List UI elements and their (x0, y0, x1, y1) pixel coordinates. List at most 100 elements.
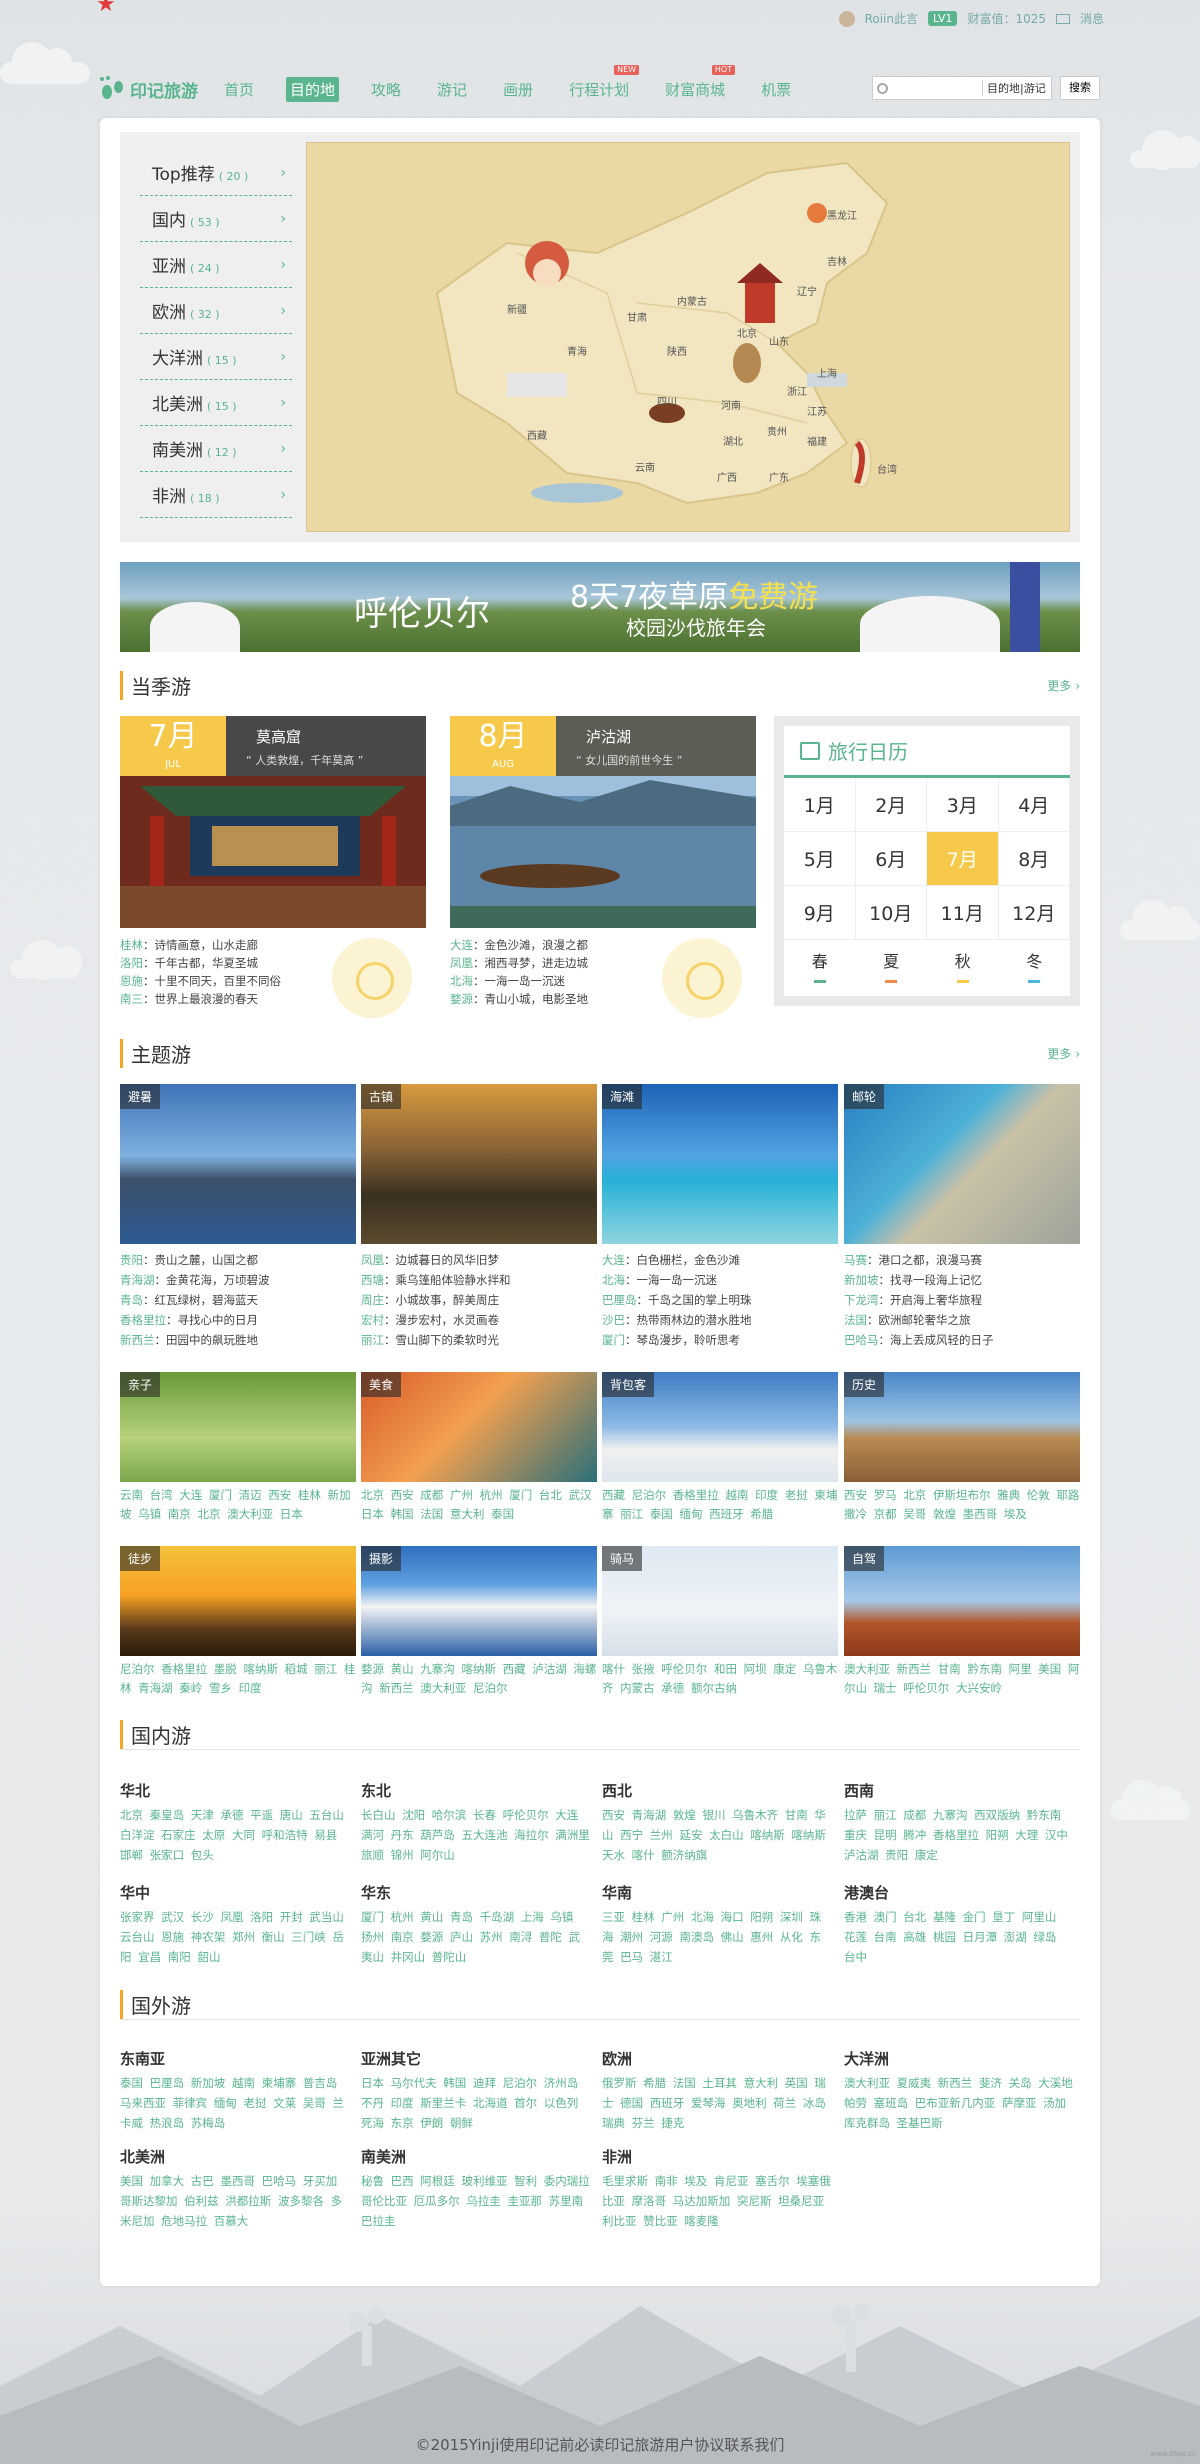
list-item[interactable]: 恩施：十里不同天，百里不同俗 (120, 972, 281, 990)
theme-tags[interactable]: 婺源 黄山 九寨沟 喀纳斯 西藏 泸沽湖 海螺沟 新西兰 澳大利亚 尼泊尔 (361, 1660, 597, 1698)
nav-item-itinerary[interactable]: 行程计划 NEW (565, 64, 640, 102)
dest-item-africa[interactable]: 非洲( 18 ) › (140, 472, 292, 518)
list-item[interactable]: 香格里拉：寻找心中的日月 (120, 1310, 356, 1330)
theme-card-ancient-town[interactable]: 古镇 凤凰：边城暮日的风华旧梦 西塘：乘乌篷船体验静水拌和 周庄：小城故事，醉美… (361, 1084, 597, 1350)
theme-card-self-drive[interactable]: 自驾 澳大利亚 新西兰 甘南 黔东南 阿里 美国 阿尔山 瑞士 呼伦贝尔 大兴安… (844, 1546, 1080, 1698)
list-item[interactable]: 洛阳：千年古都，华夏圣城 (120, 954, 281, 972)
dest-item-oceania[interactable]: 大洋洲( 15 ) › (140, 334, 292, 380)
nav-item-albums[interactable]: 画册 (499, 77, 537, 102)
month-cell[interactable]: 11月 (927, 886, 999, 940)
theme-tags[interactable]: 澳大利亚 新西兰 甘南 黔东南 阿里 美国 阿尔山 瑞士 呼伦贝尔 大兴安岭 (844, 1660, 1080, 1698)
season-card[interactable]: 8月 AUG 泸沽湖 “ 女儿国的前世今生 ” 大连：金色沙滩，浪漫之都 凤凰：湘… (450, 716, 756, 1022)
list-item[interactable]: 西塘：乘乌篷船体验静水拌和 (361, 1270, 597, 1290)
theme-tags[interactable]: 北京 西安 成都 广州 杭州 厦门 台北 武汉 日本 韩国 法国 意大利 泰国 (361, 1486, 597, 1524)
list-item[interactable]: 下龙湾：开启海上奢华旅程 (844, 1290, 1080, 1310)
theme-card-food[interactable]: 美食 北京 西安 成都 广州 杭州 厦门 台北 武汉 日本 韩国 法国 意大利 … (361, 1372, 597, 1524)
theme-card-cruise[interactable]: 邮轮 马赛：港口之都，浪漫马赛 新加坡：找寻一段海上记忆 下龙湾：开启海上奢华旅… (844, 1084, 1080, 1350)
map-label-xizang[interactable]: 西藏 (527, 427, 547, 442)
month-cell[interactable]: 1月 (784, 778, 856, 832)
dest-item-north-america[interactable]: 北美洲( 15 ) › (140, 380, 292, 426)
nav-item-home[interactable]: 首页 (220, 77, 258, 102)
season-card[interactable]: 7月 JUL 莫高窟 “ 人类敦煌，千年莫高 ” 桂林：诗情画意，山水走廊 洛阳：… (120, 716, 426, 1022)
china-map[interactable]: 黑龙江 吉林 辽宁 内蒙古 新疆 甘肃 青海 北京 山东 陕西 西藏 四川 河南… (306, 142, 1070, 532)
map-label-hubei[interactable]: 湖北 (723, 433, 743, 448)
nav-item-travelogues[interactable]: 游记 (433, 77, 471, 102)
list-item[interactable]: 巴厘岛：千岛之国的掌上明珠 (602, 1290, 838, 1310)
season-tab-winter[interactable]: 冬 (999, 940, 1071, 990)
theme-tags[interactable]: 西藏 尼泊尔 香格里拉 越南 印度 老挝 柬埔寨 丽江 泰国 缅甸 西班牙 希腊 (602, 1486, 838, 1524)
list-item[interactable]: 宏村：漫步宏村，水灵画卷 (361, 1310, 597, 1330)
theme-tags[interactable]: 云南 台湾 大连 厦门 清迈 西安 桂林 新加坡 乌镇 南京 北京 澳大利亚 日… (120, 1486, 356, 1524)
dest-item-asia[interactable]: 亚洲( 24 ) › (140, 242, 292, 288)
map-label-beijing[interactable]: 北京 (737, 325, 757, 340)
list-item[interactable]: 北海：一海一岛一沉迷 (450, 972, 588, 990)
list-item[interactable]: 丽江：雪山脚下的柔软时光 (361, 1330, 597, 1350)
list-item[interactable]: 北海：一海一岛一沉迷 (602, 1270, 838, 1290)
map-label-guangdong[interactable]: 广东 (769, 469, 789, 484)
theme-card-hiking[interactable]: 徒步 尼泊尔 香格里拉 墨脱 喀纳斯 稻城 丽江 桂林 青海湖 秦岭 雪乡 印度 (120, 1546, 356, 1698)
map-label-yunnan[interactable]: 云南 (635, 459, 655, 474)
theme-card-beach[interactable]: 海滩 大连：白色栅栏，金色沙滩 北海：一海一岛一沉迷 巴厘岛：千岛之国的掌上明珠… (602, 1084, 838, 1350)
map-label-liaoning[interactable]: 辽宁 (797, 283, 817, 298)
logo[interactable]: 印记旅游 (100, 76, 198, 102)
dest-item-europe[interactable]: 欧洲( 32 ) › (140, 288, 292, 334)
list-item[interactable]: 法国：欧洲邮轮奢华之旅 (844, 1310, 1080, 1330)
map-label-gansu[interactable]: 甘肃 (627, 309, 647, 324)
list-item[interactable]: 青海湖：金黄花海，万顷碧波 (120, 1270, 356, 1290)
theme-tags[interactable]: 尼泊尔 香格里拉 墨脱 喀纳斯 稻城 丽江 桂林 青海湖 秦岭 雪乡 印度 (120, 1660, 356, 1698)
map-label-henan[interactable]: 河南 (721, 397, 741, 412)
list-item[interactable]: 新加坡：找寻一段海上记忆 (844, 1270, 1080, 1290)
theme-card-photography[interactable]: 摄影 婺源 黄山 九寨沟 喀纳斯 西藏 泸沽湖 海螺沟 新西兰 澳大利亚 尼泊尔 (361, 1546, 597, 1698)
month-cell[interactable]: 6月 (855, 832, 927, 886)
nav-item-mall[interactable]: 财富商城 HOT (661, 64, 736, 102)
month-cell[interactable]: 3月 (927, 778, 999, 832)
list-item[interactable]: 沙巴：热带雨林边的潜水胜地 (602, 1310, 838, 1330)
season-tab-summer[interactable]: 夏 (856, 940, 928, 990)
season-tab-autumn[interactable]: 秋 (927, 940, 999, 990)
map-label-shandong[interactable]: 山东 (769, 333, 789, 348)
map-label-zhejiang[interactable]: 浙江 (787, 383, 807, 398)
theme-card-history[interactable]: 历史 西安 罗马 北京 伊斯坦布尔 雅典 伦敦 耶路撒冷 京都 吴哥 敦煌 墨西… (844, 1372, 1080, 1524)
list-item[interactable]: 巴哈马：海上丢成风轻的日子 (844, 1330, 1080, 1350)
search-button[interactable]: 搜索 (1060, 76, 1100, 100)
list-item[interactable]: 婺源：青山小城，电影圣地 (450, 990, 588, 1008)
dest-item-domestic[interactable]: 国内( 53 ) › (140, 196, 292, 242)
nav-item-guides[interactable]: 攻略 (367, 77, 405, 102)
dest-item-south-america[interactable]: 南美洲( 12 ) › (140, 426, 292, 472)
map-label-taiwan[interactable]: 台湾 (877, 461, 897, 476)
map-label-xinjiang[interactable]: 新疆 (507, 301, 527, 316)
map-label-jilin[interactable]: 吉林 (827, 253, 847, 268)
theme-card-family[interactable]: 亲子 云南 台湾 大连 厦门 清迈 西安 桂林 新加坡 乌镇 南京 北京 澳大利… (120, 1372, 356, 1524)
list-item[interactable]: 新西兰：田园中的飙玩胜地 (120, 1330, 356, 1350)
dest-item-top[interactable]: Top推荐( 20 ) › (140, 150, 292, 196)
map-label-qinghai[interactable]: 青海 (567, 343, 587, 358)
avatar[interactable] (838, 10, 855, 27)
month-cell-selected[interactable]: 7月 (927, 832, 999, 886)
month-cell[interactable]: 12月 (998, 886, 1070, 940)
season-more-link[interactable]: 更多 › (1047, 677, 1080, 694)
month-cell[interactable]: 10月 (855, 886, 927, 940)
search-input[interactable] (892, 82, 982, 94)
search-scope-select[interactable]: 目的地|游记 (982, 80, 1046, 96)
list-item[interactable]: 凤凰：湘西寻梦，进走边城 (450, 954, 588, 972)
map-label-fujian[interactable]: 福建 (807, 433, 827, 448)
list-item[interactable]: 贵阳：贵山之麓，山国之都 (120, 1250, 356, 1270)
map-label-shanghai[interactable]: 上海 (817, 365, 837, 380)
mail-icon[interactable] (1055, 13, 1070, 24)
map-label-heilongjiang[interactable]: 黑龙江 (827, 207, 857, 222)
list-item[interactable]: 凤凰：边城暮日的风华旧梦 (361, 1250, 597, 1270)
map-label-sichuan[interactable]: 四川 (657, 393, 677, 408)
map-label-neimenggu[interactable]: 内蒙古 (677, 293, 707, 308)
list-item[interactable]: 桂林：诗情画意，山水走廊 (120, 936, 281, 954)
messages-link[interactable]: 消息 (1080, 10, 1104, 27)
nav-item-flights[interactable]: 机票 (757, 77, 795, 102)
month-cell[interactable]: 8月 (998, 832, 1070, 886)
map-label-shaanxi[interactable]: 陕西 (667, 343, 687, 358)
theme-card-summer[interactable]: 避暑 贵阳：贵山之麓，山国之都 青海湖：金黄花海，万顷碧波 青岛：红瓦绿树，碧海… (120, 1084, 356, 1350)
theme-more-link[interactable]: 更多 › (1047, 1045, 1080, 1062)
theme-tags[interactable]: 喀什 张掖 呼伦贝尔 和田 阿坝 康定 乌鲁木齐 内蒙古 承德 额尔古纳 (602, 1660, 838, 1698)
season-tab-spring[interactable]: 春 (784, 940, 856, 990)
month-cell[interactable]: 5月 (784, 832, 856, 886)
month-cell[interactable]: 4月 (998, 778, 1070, 832)
list-item[interactable]: 南三：世界上最浪漫的春天 (120, 990, 281, 1008)
